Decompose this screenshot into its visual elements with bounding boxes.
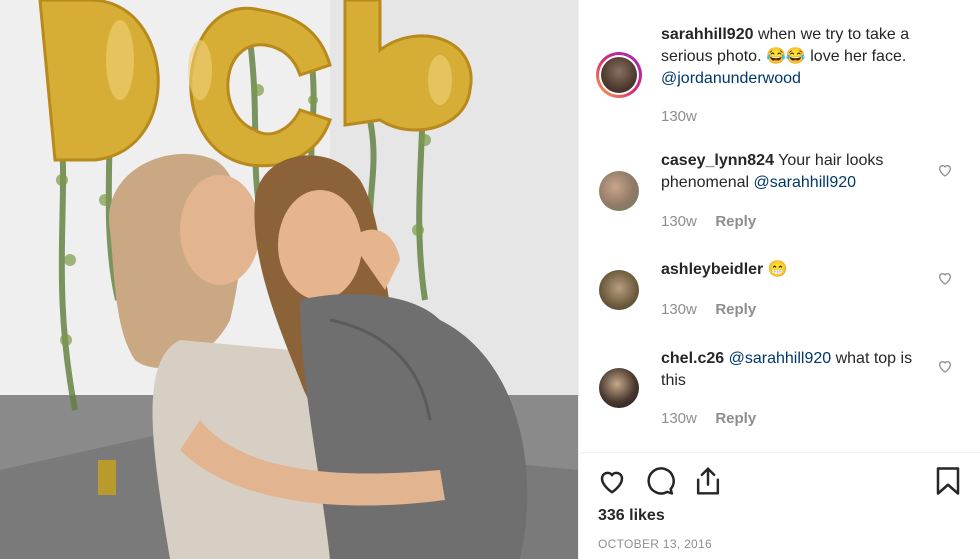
instagram-post: sarahhill920 when we try to take a serio… (0, 0, 980, 559)
caption-time: 130w (661, 108, 697, 125)
comment-bubble-icon[interactable] (645, 466, 675, 496)
comment-username[interactable]: chel.c26 (661, 350, 724, 367)
like-comment-heart-icon[interactable] (937, 162, 953, 178)
comment-username[interactable]: ashleybeidler (661, 261, 763, 278)
avatar (601, 57, 637, 93)
bookmark-icon[interactable] (935, 466, 961, 496)
reply-button[interactable]: Reply (715, 213, 756, 230)
reply-button[interactable]: Reply (715, 301, 756, 318)
share-icon[interactable] (693, 465, 723, 497)
heart-icon[interactable] (597, 466, 627, 496)
comment-mention[interactable]: @sarahhill920 (754, 174, 857, 191)
commenter-avatar[interactable] (599, 270, 639, 310)
comment-text: 😁 (767, 261, 788, 278)
comment: ashleybeidler 😁 (661, 259, 921, 281)
post-sidebar: sarahhill920 when we try to take a serio… (578, 0, 980, 559)
comment-time: 130w (661, 410, 697, 427)
caption: sarahhill920 when we try to take a serio… (661, 24, 961, 90)
comment: chel.c26 @sarahhill920 what top is this (661, 348, 931, 392)
divider (579, 452, 980, 453)
comment-username[interactable]: casey_lynn824 (661, 152, 774, 169)
comment-meta: 130w Reply (661, 301, 756, 319)
comment: casey_lynn824 Your hair looks phenomenal… (661, 150, 921, 194)
like-comment-heart-icon[interactable] (937, 270, 953, 286)
like-comment-heart-icon[interactable] (937, 358, 953, 374)
photo-illustration (0, 0, 578, 559)
likes-count[interactable]: 336 likes (598, 507, 665, 525)
comment-mention[interactable]: @sarahhill920 (729, 350, 832, 367)
comment-meta: 130w Reply (661, 410, 756, 428)
author-avatar-ring[interactable] (596, 52, 642, 98)
reply-button[interactable]: Reply (715, 410, 756, 427)
commenter-avatar[interactable] (599, 171, 639, 211)
post-date: OCTOBER 13, 2016 (598, 537, 712, 551)
post-photo[interactable] (0, 0, 578, 559)
author-username[interactable]: sarahhill920 (661, 26, 754, 43)
comment-time: 130w (661, 213, 697, 230)
comment-time: 130w (661, 301, 697, 318)
comment-meta: 130w Reply (661, 213, 756, 231)
caption-mention[interactable]: @jordanunderwood (661, 70, 801, 87)
commenter-avatar[interactable] (599, 368, 639, 408)
